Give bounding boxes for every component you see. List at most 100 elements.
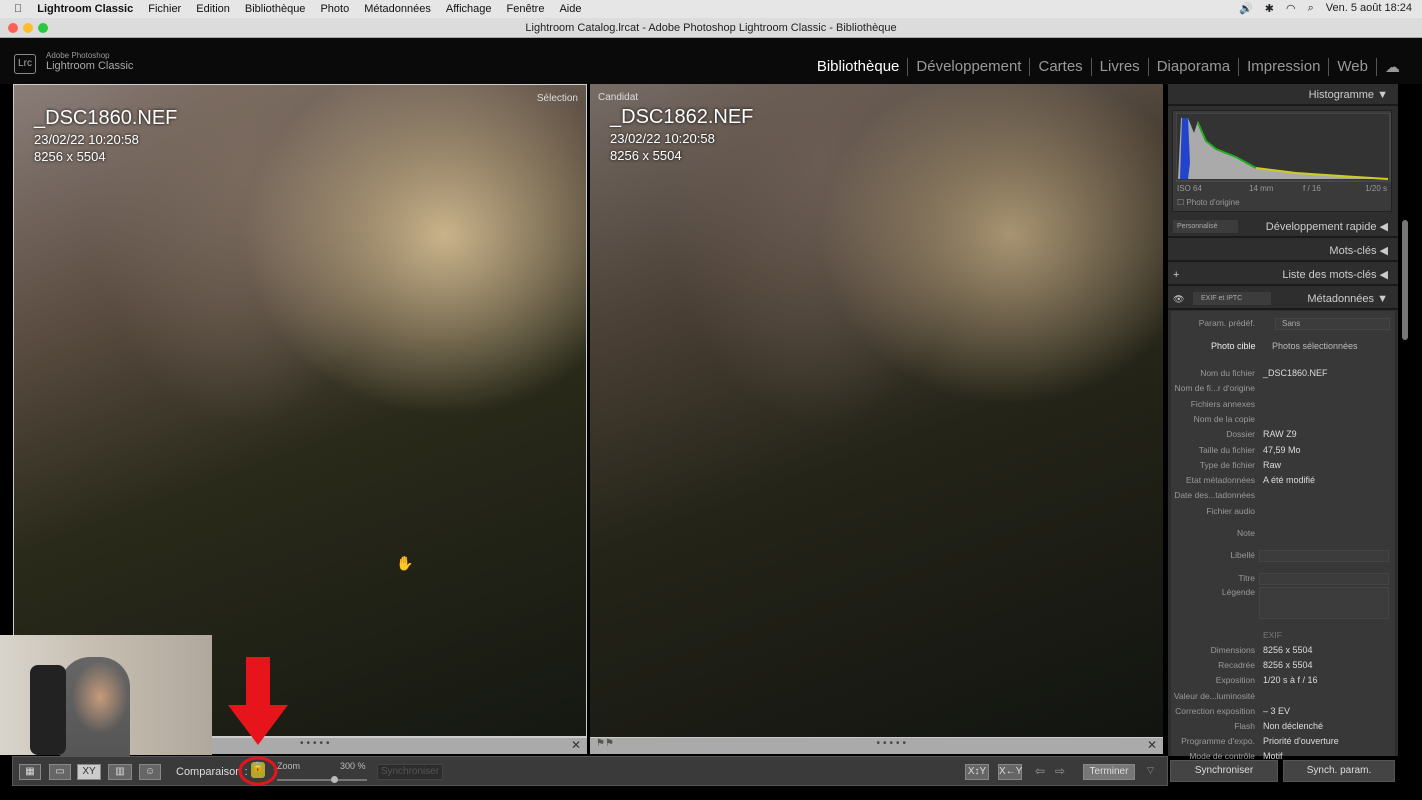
metadata-row: Type de fichier Raw [1168,460,1393,474]
caption-field[interactable] [1259,587,1389,619]
eye-icon[interactable]: 👁 [1173,288,1184,310]
module-library[interactable]: Bibliothèque [809,58,908,76]
metadata-key: Etat métadonnées [1186,475,1255,486]
cloud-icon[interactable]: ☁ [1376,58,1408,76]
webcam-overlay [0,635,212,757]
histogram-title: Histogramme [1308,89,1375,101]
apple-icon[interactable]:  [14,3,22,15]
module-book[interactable]: Livres [1090,58,1148,76]
menu-item[interactable]: Aide [559,3,581,15]
tab-target-photo[interactable]: Photo cible [1211,341,1256,351]
histogram-header[interactable]: Histogramme ▼ [1168,84,1398,106]
close-icon[interactable]: ✕ [1147,738,1157,752]
module-print[interactable]: Impression [1238,58,1328,76]
make-select-icon[interactable]: X←Y [998,764,1022,780]
metadata-row: Nom du fichier _DSC1860.NEF [1168,368,1393,382]
minimize-window-button[interactable] [23,23,33,33]
title-bar: Lightroom Catalog.lrcat - Adobe Photosho… [0,18,1422,38]
close-icon[interactable]: ✕ [571,738,581,752]
histogram-graph [1176,113,1391,182]
sync-button[interactable]: Synchroniser [377,764,443,780]
close-window-button[interactable] [8,23,18,33]
previous-icon[interactable]: ⇦ [1035,764,1045,778]
capture-date: 23/02/22 10:20:58 [610,131,715,146]
clock[interactable]: Ven. 5 août 18:24 [1326,2,1412,15]
finish-button[interactable]: Terminer [1083,764,1135,780]
metadata-value: Priorité d'ouverture [1263,736,1339,747]
tab-selected-photos[interactable]: Photos sélectionnées [1272,341,1358,351]
capture-date: 23/02/22 10:20:58 [34,132,139,147]
metadata-row: Nom de la copie [1168,414,1393,428]
presenter [60,657,130,757]
filename: _DSC1862.NEF [610,106,754,128]
metadata-key: Dimensions [1210,645,1255,655]
menu-item[interactable]: Fichier [148,3,181,15]
compare-view-icon[interactable]: XY [77,764,101,780]
loupe-view-icon[interactable]: ▭ [49,764,71,780]
module-web[interactable]: Web [1328,58,1376,76]
select-label: Sélection [536,93,578,104]
preset-select[interactable]: Personnalisé [1173,220,1238,233]
panel-scrollbar[interactable] [1402,220,1408,340]
menu-item[interactable]: Bibliothèque [245,3,306,15]
histogram[interactable]: ISO 64 14 mm f / 16 1/20 s ☐ Photo d'ori… [1172,110,1392,212]
zoom-slider-handle[interactable] [331,776,338,783]
volume-icon[interactable]: 🔊 [1239,2,1253,15]
maximize-window-button[interactable] [38,23,48,33]
people-view-icon[interactable]: ☺ [139,764,161,780]
preset-field[interactable]: Sans [1275,318,1390,330]
module-develop[interactable]: Développement [907,58,1029,76]
right-panel: Histogramme ▼ ISO 64 14 mm f / 16 1/20 s… [1168,84,1398,761]
toolbar-menu-icon[interactable]: ▽ [1147,765,1154,776]
next-icon[interactable]: ⇨ [1055,764,1065,778]
sync-settings-button[interactable]: Synch. param. [1283,760,1395,782]
menu-item[interactable]: Fenêtre [507,3,545,15]
metadata-key: Nom de fi...r d'origine [1174,383,1255,394]
menu-item[interactable]: Edition [196,3,230,15]
metadata-header[interactable]: 👁 EXIF et IPTC Métadonnées ▼ [1168,288,1398,310]
metadata-title: Métadonnées [1307,293,1375,305]
keyword-list-header[interactable]: + Liste des mots-clés ◀ [1168,264,1398,286]
hist-focal: 14 mm [1249,184,1274,193]
wifi-icon[interactable]: ◠ [1286,2,1296,15]
rating-dots[interactable]: ••••• [877,738,910,749]
menu-item[interactable]: Photo [320,3,349,15]
metadata-value: 8256 x 5504 [1263,660,1313,671]
metadata-preset-select[interactable]: EXIF et IPTC [1193,292,1271,305]
flag-icon[interactable]: ⚑⚑ [596,738,614,749]
hist-aperture: f / 16 [1303,184,1321,193]
metadata-row: Dossier RAW Z9 [1168,429,1393,443]
sync-metadata-button[interactable]: Synchroniser [1170,760,1278,782]
title-field[interactable] [1259,573,1389,585]
metadata-value: 1/20 s à f / 16 [1263,675,1318,686]
annotation-arrow-icon [228,657,288,785]
keyword-list-title: Liste des mots-clés [1282,269,1377,281]
survey-view-icon[interactable]: ▥ [108,764,132,780]
original-photo-checkbox[interactable]: ☐ Photo d'origine [1177,198,1240,207]
search-icon[interactable]: ⌕ [1308,2,1314,15]
metadata-value[interactable]: A été modifié [1263,475,1315,485]
menu-item[interactable]: Métadonnées [364,3,431,15]
module-slideshow[interactable]: Diaporama [1147,58,1238,76]
grid-view-icon[interactable]: ▦ [19,764,41,780]
metadata-row: Taille du fichier 47,59 Mo [1168,445,1393,459]
add-icon[interactable]: + [1173,264,1179,286]
menubar:  Lightroom Classic Fichier Edition Bibl… [0,0,1422,18]
swap-icon[interactable]: X↕Y [965,764,989,780]
menu-item[interactable]: Affichage [446,3,492,15]
menu-app[interactable]: Lightroom Classic [37,3,133,15]
module-map[interactable]: Cartes [1029,58,1090,76]
quick-develop-header[interactable]: Personnalisé Développement rapide ◀ [1168,216,1398,238]
metadata-key: Date des...tadonnées [1174,490,1255,501]
metadata-key: Flash [1234,721,1255,731]
label-field[interactable] [1259,550,1389,562]
metadata-value[interactable]: 47,59 Mo [1263,445,1301,455]
candidate-photo[interactable]: Candidat _DSC1862.NEF 23/02/22 10:20:58 … [590,84,1163,737]
metadata-value[interactable]: _DSC1860.NEF [1263,368,1328,378]
rating-dots[interactable]: ••••• [300,738,333,749]
keywording-header[interactable]: Mots-clés ◀ [1168,240,1398,262]
hist-shutter: 1/20 s [1365,184,1387,193]
metadata-value[interactable]: Raw [1263,460,1281,470]
metadata-value[interactable]: RAW Z9 [1263,429,1297,439]
bluetooth-icon[interactable]: ✱ [1265,2,1274,15]
